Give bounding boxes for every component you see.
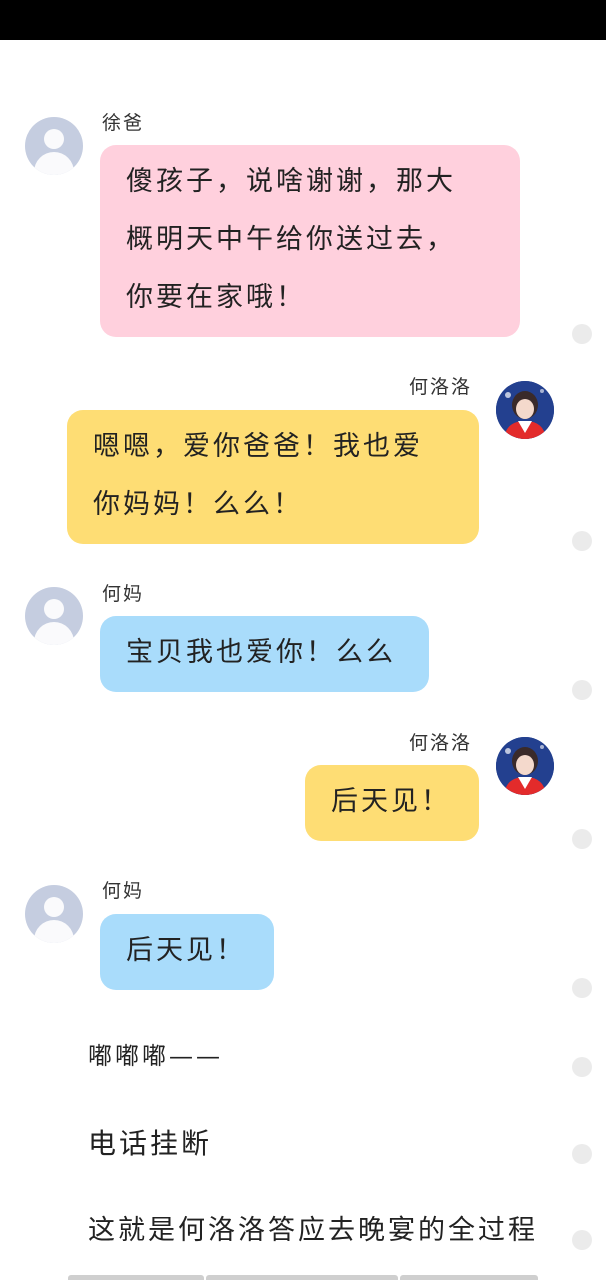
sender-name: 何妈 bbox=[102, 583, 145, 605]
avatar-he-luoluo[interactable] bbox=[496, 381, 554, 439]
scroll-dot bbox=[572, 531, 592, 551]
narration-text: 这就是何洛洛答应去晚宴的全过程 bbox=[88, 1215, 538, 1246]
user-photo-avatar-icon bbox=[496, 381, 554, 439]
message-line: 你妈妈！么么！ bbox=[93, 489, 303, 520]
sender-name: 何洛洛 bbox=[409, 732, 473, 754]
avatar-xu-ba[interactable] bbox=[25, 117, 83, 175]
message-line: 宝贝我也爱你！么么 bbox=[126, 637, 396, 668]
scroll-dot bbox=[572, 1057, 592, 1077]
message-bubble: 后天见！ bbox=[100, 914, 274, 990]
scroll-dot bbox=[572, 680, 592, 700]
message-line: 嗯嗯，爱你爸爸！我也爱 bbox=[93, 431, 423, 462]
message-bubble: 宝贝我也爱你！么么 bbox=[100, 616, 429, 692]
scroll-dot bbox=[572, 324, 592, 344]
narration-text: 电话挂断 bbox=[88, 1127, 213, 1160]
message-bubble: 后天见！ bbox=[305, 765, 479, 841]
sender-name: 何妈 bbox=[102, 880, 145, 902]
status-bar bbox=[0, 0, 606, 40]
avatar-he-ma[interactable] bbox=[25, 885, 83, 943]
message-line: 你要在家哦！ bbox=[126, 282, 306, 313]
bottom-bar-segment bbox=[400, 1275, 538, 1280]
scroll-dot bbox=[572, 829, 592, 849]
bottom-bar-segment bbox=[68, 1275, 204, 1280]
scroll-dot bbox=[572, 978, 592, 998]
sender-name: 徐爸 bbox=[102, 112, 145, 134]
user-photo-avatar-icon bbox=[496, 737, 554, 795]
narration-text: 嘟嘟嘟—— bbox=[88, 1042, 223, 1070]
message-line: 概明天中午给你送过去， bbox=[126, 224, 456, 255]
message-line: 后天见！ bbox=[126, 935, 246, 966]
message-bubble: 傻孩子，说啥谢谢，那大 概明天中午给你送过去， 你要在家哦！ bbox=[100, 145, 520, 337]
scroll-dot bbox=[572, 1144, 592, 1164]
message-bubble: 嗯嗯，爱你爸爸！我也爱 你妈妈！么么！ bbox=[67, 410, 479, 544]
sender-name: 何洛洛 bbox=[409, 376, 473, 398]
bottom-bar-segment bbox=[206, 1275, 398, 1280]
message-line: 傻孩子，说啥谢谢，那大 bbox=[126, 166, 456, 197]
scroll-dot bbox=[572, 1230, 592, 1250]
message-line: 后天见！ bbox=[331, 786, 451, 817]
avatar-he-ma[interactable] bbox=[25, 587, 83, 645]
avatar-he-luoluo[interactable] bbox=[496, 737, 554, 795]
